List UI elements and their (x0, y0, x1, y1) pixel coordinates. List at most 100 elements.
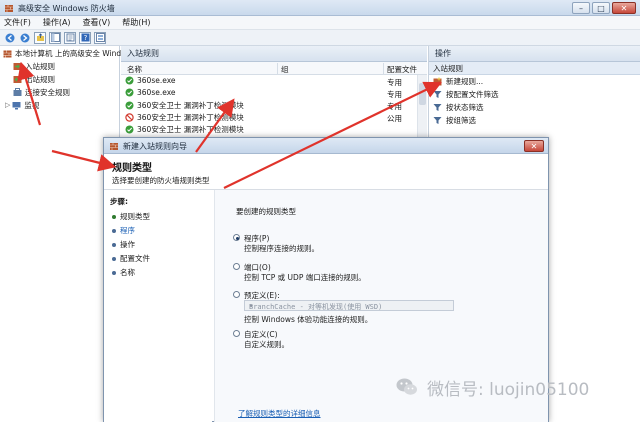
step-bullet-icon (112, 214, 116, 219)
block-icon (125, 113, 134, 122)
help-button[interactable]: ? (79, 31, 91, 44)
chevron-down-icon: ▾ (249, 302, 254, 310)
forward-arrow-icon (20, 33, 30, 42)
action-filter-by-profile[interactable]: 按配置文件筛选 (429, 88, 640, 101)
properties-button[interactable] (94, 31, 106, 44)
back-button[interactable] (4, 32, 16, 44)
menu-help[interactable]: 帮助(H) (122, 17, 150, 28)
step-rule-type[interactable]: 规则类型 (112, 211, 150, 222)
step-bullet-icon (112, 228, 116, 233)
window-controls: – □ ✕ (572, 2, 636, 14)
action-filter-by-group[interactable]: 按组筛选 (429, 114, 640, 127)
rules-list-panel: 入站规则 名称 组 配置文件 360se.exe 专用 360se.exe 专用… (121, 46, 427, 146)
option-desc: 控制 TCP 或 UDP 端口连接的规则。 (244, 273, 366, 282)
step-profile[interactable]: 配置文件 (112, 253, 150, 264)
tree-item-label: 监视 (24, 100, 40, 110)
tree-item-inbound-rules[interactable]: 入站规则 (13, 60, 55, 72)
menu-bar: 文件(F) 操作(A) 查看(V) 帮助(H) (0, 16, 640, 30)
action-filter-by-state[interactable]: 按状态筛选 (429, 101, 640, 114)
radio-program[interactable] (233, 234, 240, 241)
menu-action[interactable]: 操作(A) (43, 17, 71, 28)
rules-rows: 360se.exe 专用 360se.exe 专用 360安全卫士 漏洞补丁检测… (121, 75, 427, 135)
allow-check-icon (125, 101, 134, 110)
close-button[interactable]: ✕ (612, 2, 636, 14)
rules-list-header: 入站规则 (121, 46, 427, 62)
predefined-select[interactable]: BranchCache - 对等机发现(使用 WSD) ▾ (244, 300, 454, 311)
table-row[interactable]: 360安全卫士 漏洞补丁检测模块 专用 (121, 99, 427, 111)
column-name[interactable]: 名称 (127, 64, 142, 75)
monitor-icon (12, 101, 21, 109)
column-headers: 名称 组 配置文件 (121, 62, 427, 75)
table-row[interactable]: 360se.exe 专用 (121, 87, 427, 99)
step-name[interactable]: 名称 (112, 267, 135, 278)
forward-button[interactable] (19, 32, 31, 44)
toolbar: ? (0, 30, 640, 46)
filter-icon (433, 117, 442, 124)
column-group[interactable]: 组 (281, 64, 289, 75)
rule-name: 360安全卫士 漏洞补丁检测模块 (137, 125, 244, 134)
dialog-close-button[interactable]: ✕ (524, 140, 544, 152)
radio-predefined[interactable] (233, 291, 240, 298)
tree-item-connection-security-rules[interactable]: 连接安全规则 (13, 86, 70, 98)
table-row[interactable]: 360安全卫士 漏洞补丁检测模块 公用 (121, 111, 427, 123)
export-list-button[interactable] (64, 31, 76, 44)
dialog-header: 规则类型 选择要创建的防火墙规则类型 (104, 154, 548, 190)
action-new-rule[interactable]: 新建规则... (429, 75, 640, 88)
expand-chevron-icon[interactable]: ▷ (5, 101, 10, 109)
tree-item-outbound-rules[interactable]: 出站规则 (13, 73, 55, 85)
steps-label: 步骤: (110, 197, 128, 206)
tree-item-label: 出站规则 (25, 74, 55, 84)
outbound-rules-icon (13, 75, 22, 83)
rule-name: 360安全卫士 漏洞补丁检测模块 (137, 113, 244, 122)
tree-root[interactable]: 本地计算机 上的高级安全 Windo (3, 47, 126, 59)
up-level-button[interactable] (34, 31, 46, 44)
step-label: 程序 (120, 226, 135, 235)
folder-up-icon (36, 33, 44, 41)
show-hide-tree-button[interactable] (49, 31, 61, 44)
action-label: 按状态筛选 (446, 103, 484, 112)
menu-file[interactable]: 文件(F) (4, 17, 31, 28)
dialog-title: 新建入站规则向导 (123, 142, 187, 151)
watermark-text: 微信号: luojin05100 (427, 379, 590, 400)
step-program[interactable]: 程序 (112, 225, 135, 236)
console-tree-icon (50, 33, 60, 42)
actions-header: 操作 (429, 46, 640, 62)
export-icon (66, 33, 74, 42)
step-label: 规则类型 (120, 212, 150, 221)
rules-scrollbar[interactable] (417, 75, 427, 146)
rule-name: 360安全卫士 漏洞补丁检测模块 (137, 101, 244, 110)
action-label: 新建规则... (446, 77, 484, 86)
scrollbar-thumb[interactable] (419, 83, 426, 105)
tree-item-label: 连接安全规则 (25, 87, 70, 97)
learn-more-link[interactable]: 了解规则类型的详细信息 (238, 408, 321, 419)
column-profile[interactable]: 配置文件 (387, 64, 417, 75)
menu-view[interactable]: 查看(V) (83, 17, 111, 28)
dialog-titlebar: 新建入站规则向导 ✕ (104, 138, 548, 154)
filter-icon (433, 104, 442, 111)
table-row[interactable]: 360安全卫士 漏洞补丁检测模块 (121, 123, 427, 135)
radio-port[interactable] (233, 263, 240, 270)
step-label: 配置文件 (120, 254, 150, 263)
table-row[interactable]: 360se.exe 专用 (121, 75, 427, 87)
svg-text:?: ? (83, 34, 87, 42)
watermark: 微信号: luojin05100 (395, 374, 635, 400)
allow-check-icon (125, 88, 134, 97)
connection-security-icon (13, 87, 22, 96)
back-arrow-icon (5, 33, 15, 42)
option-desc: 控制程序连接的规则。 (244, 244, 319, 253)
radio-custom[interactable] (233, 330, 240, 337)
minimize-button[interactable]: – (572, 2, 590, 14)
tree-root-label: 本地计算机 上的高级安全 Windo (15, 48, 126, 58)
allow-check-icon (125, 125, 134, 134)
option-desc: 控制 Windows 体验功能连接的规则。 (244, 315, 373, 324)
actions-panel: 操作 入站规则 新建规则... 按配置文件筛选 按状态筛选 按组筛选 (428, 46, 640, 146)
step-bullet-icon (112, 242, 116, 247)
actions-section-inbound[interactable]: 入站规则 (429, 62, 640, 75)
tree-item-monitoring[interactable]: ▷ 监视 (5, 99, 39, 111)
maximize-button[interactable]: □ (592, 2, 610, 14)
step-bullet-icon (112, 256, 116, 261)
step-action[interactable]: 操作 (112, 239, 135, 250)
column-separator[interactable] (277, 63, 278, 74)
step-bullet-icon (112, 270, 116, 275)
column-separator[interactable] (383, 63, 384, 74)
